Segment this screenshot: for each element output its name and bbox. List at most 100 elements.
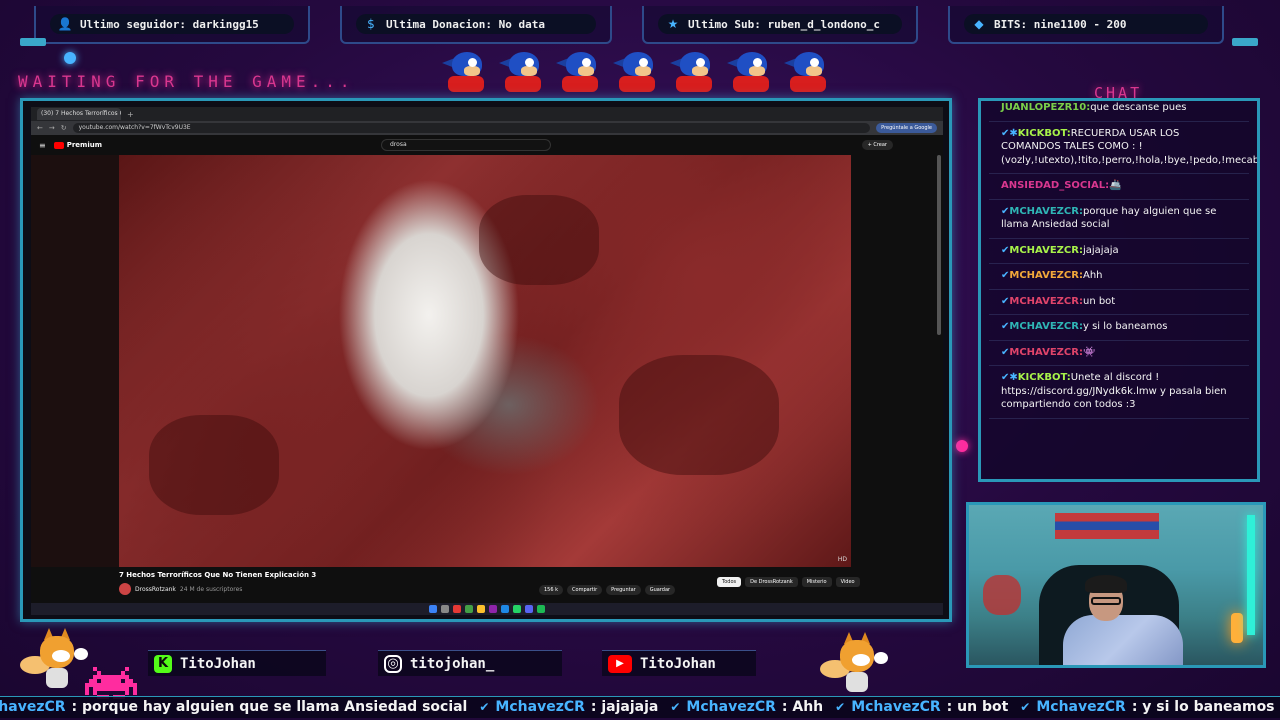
chat-message: ✔MCHAVEZCR:jajajaja bbox=[989, 239, 1249, 264]
ticker-username: MchavezCR bbox=[686, 699, 776, 715]
new-tab-icon[interactable]: + bbox=[127, 110, 134, 119]
chat-username[interactable]: MCHAVEZCR bbox=[1009, 347, 1079, 358]
youtube-logo[interactable]: Premium bbox=[53, 141, 103, 149]
last-donation-bar: $ Ultima Donacion: No data bbox=[340, 6, 612, 44]
video-letterbox-left bbox=[31, 155, 119, 567]
chat-message: ✔MCHAVEZCR:👾 bbox=[989, 341, 1249, 366]
youtube-handle: TitoJohan bbox=[640, 655, 716, 672]
instagram-handle: titojohan_ bbox=[410, 655, 495, 672]
chat-username[interactable]: ANSIEDAD_SOCIAL bbox=[1001, 180, 1105, 191]
verified-check-icon: ✔ bbox=[479, 700, 490, 714]
chat-message: JUANLOPEZR10:que descanse pues bbox=[989, 101, 1249, 122]
chip-all[interactable]: Todos bbox=[717, 577, 742, 587]
ask-google-button[interactable]: Pregúntale a Google bbox=[876, 123, 937, 133]
ticker-text: : y si lo baneamos bbox=[1131, 699, 1275, 715]
game-capture-frame: (30) 7 Hechos Terroríficos Q... + ← → ↻ … bbox=[20, 98, 952, 699]
ticker-text: : porque hay alguien que se llama Ansied… bbox=[71, 699, 468, 715]
youtube-search-input[interactable]: drosa bbox=[381, 139, 551, 151]
kick-handle: TitoJohan bbox=[180, 655, 256, 672]
lava-lamp bbox=[1231, 613, 1243, 643]
chat-text: que descanse pues bbox=[1090, 102, 1187, 113]
ticker-username: MchavezCR bbox=[1036, 699, 1126, 715]
video-title[interactable]: 7 Hechos Terroríficos Que No Tienen Expl… bbox=[119, 571, 719, 579]
wall-flag bbox=[1055, 513, 1159, 539]
taskbar-app-icon[interactable] bbox=[537, 605, 545, 613]
create-button[interactable]: + Crear bbox=[861, 140, 893, 150]
chat-text: 🚢 bbox=[1109, 180, 1122, 191]
waiting-title: WAITING FOR THE GAME... bbox=[18, 72, 355, 91]
sonic-sprite bbox=[440, 50, 494, 96]
taskbar-app-icon[interactable] bbox=[453, 605, 461, 613]
bits-text: BITS: nine1100 - 200 bbox=[994, 17, 1127, 31]
chat-username[interactable]: KICKBOT bbox=[1018, 128, 1067, 139]
sonic-sprite bbox=[611, 50, 665, 96]
glow-dot-deco bbox=[956, 440, 968, 452]
video-player[interactable]: HD bbox=[119, 155, 851, 567]
chip-channel[interactable]: De DrossRotzank bbox=[745, 577, 798, 587]
chat-ticker: ✔ MchavezCR : porque hay alguien que se ll… bbox=[0, 696, 1280, 718]
start-icon[interactable] bbox=[429, 605, 437, 613]
tails-sprite bbox=[20, 628, 90, 692]
social-instagram: ◎ titojohan_ bbox=[378, 650, 562, 676]
save-button[interactable]: Guardar bbox=[644, 585, 676, 595]
chip-video[interactable]: Video bbox=[835, 577, 860, 587]
browser-window: (30) 7 Hechos Terroríficos Q... + ← → ↻ … bbox=[31, 107, 943, 615]
ticker-item: ✔ MchavezCR : jajajaja bbox=[479, 699, 658, 715]
ticker-username: MchavezCR bbox=[495, 699, 585, 715]
verified-check-icon: ✔ bbox=[1020, 700, 1031, 714]
chat-username[interactable]: MCHAVEZCR bbox=[1009, 270, 1079, 281]
channel-avatar[interactable] bbox=[119, 583, 131, 595]
sonic-sprite bbox=[725, 50, 779, 96]
chat-message: ✔✱KICKBOT:RECUERDA USAR LOS COMANDOS TAL… bbox=[989, 122, 1257, 174]
forward-icon[interactable]: → bbox=[49, 124, 55, 132]
taskbar-app-icon[interactable] bbox=[501, 605, 509, 613]
reload-icon[interactable]: ↻ bbox=[61, 124, 67, 132]
taskbar-app-icon[interactable] bbox=[465, 605, 473, 613]
menu-icon[interactable]: ≡ bbox=[39, 141, 46, 150]
social-youtube: ▶ TitoJohan bbox=[602, 650, 756, 676]
ask-button[interactable]: Preguntar bbox=[606, 585, 641, 595]
taskbar-app-icon[interactable] bbox=[477, 605, 485, 613]
channel-name[interactable]: DrossRotzank bbox=[135, 586, 176, 593]
taskbar-app-icon[interactable] bbox=[513, 605, 521, 613]
back-icon[interactable]: ← bbox=[37, 124, 43, 132]
page-scrollbar[interactable] bbox=[937, 155, 941, 335]
chat-message: ✔MCHAVEZCR:un bot bbox=[989, 290, 1249, 315]
taskbar-app-icon[interactable] bbox=[441, 605, 449, 613]
kick-icon: K bbox=[154, 654, 172, 673]
chat-username[interactable]: MCHAVEZCR bbox=[1009, 206, 1079, 217]
bits-bar: ◆ BITS: nine1100 - 200 bbox=[948, 6, 1224, 44]
taskbar-app-icon[interactable] bbox=[525, 605, 533, 613]
chat-username[interactable]: JUANLOPEZR10 bbox=[1001, 102, 1086, 113]
like-button[interactable]: 156 k bbox=[539, 585, 564, 595]
recommend-chips: Todos De DrossRotzank Misterio Video bbox=[717, 577, 860, 587]
chip-mystery[interactable]: Misterio bbox=[801, 577, 832, 587]
sonic-sprite bbox=[782, 50, 836, 96]
channel-info[interactable]: DrossRotzank 24 M de suscriptores bbox=[119, 583, 242, 595]
sonic-sprite bbox=[554, 50, 608, 96]
sonic-sprites bbox=[440, 50, 836, 96]
ticker-username: MchavezCR bbox=[0, 699, 66, 715]
ticker-username: MchavezCR bbox=[851, 699, 941, 715]
social-kick: K TitoJohan bbox=[148, 650, 326, 676]
last-follower-bar: 👤 Ultimo seguidor: darkingg15 bbox=[34, 6, 310, 44]
browser-urlbar: ← → ↻ youtube.com/watch?v=7fWvTcv9U3E Pr… bbox=[31, 121, 943, 135]
youtube-brand: Premium bbox=[66, 141, 103, 149]
chat-message: ✔MCHAVEZCR:Ahh bbox=[989, 264, 1249, 290]
chat-username[interactable]: KICKBOT bbox=[1018, 372, 1067, 383]
chat-username[interactable]: MCHAVEZCR bbox=[1009, 245, 1079, 256]
glow-dot-deco bbox=[64, 52, 76, 64]
star-icon: ★ bbox=[667, 17, 679, 31]
chat-username[interactable]: MCHAVEZCR bbox=[1009, 296, 1079, 307]
chat-username[interactable]: MCHAVEZCR bbox=[1009, 321, 1079, 332]
taskbar-app-icon[interactable] bbox=[489, 605, 497, 613]
address-bar[interactable]: youtube.com/watch?v=7fWvTcv9U3E bbox=[72, 123, 871, 133]
ticker-text: : jajajaja bbox=[590, 699, 659, 715]
last-sub-bar: ★ Ultimo Sub: ruben_d_londono_c bbox=[642, 6, 918, 44]
webcam-feed bbox=[966, 502, 1266, 668]
chat-text: jajajaja bbox=[1082, 244, 1119, 256]
sonic-sprite bbox=[668, 50, 722, 96]
chat-text: 👾 bbox=[1082, 346, 1096, 358]
browser-tab[interactable]: (30) 7 Hechos Terroríficos Q... bbox=[37, 108, 121, 120]
share-button[interactable]: Compartir bbox=[567, 585, 603, 595]
